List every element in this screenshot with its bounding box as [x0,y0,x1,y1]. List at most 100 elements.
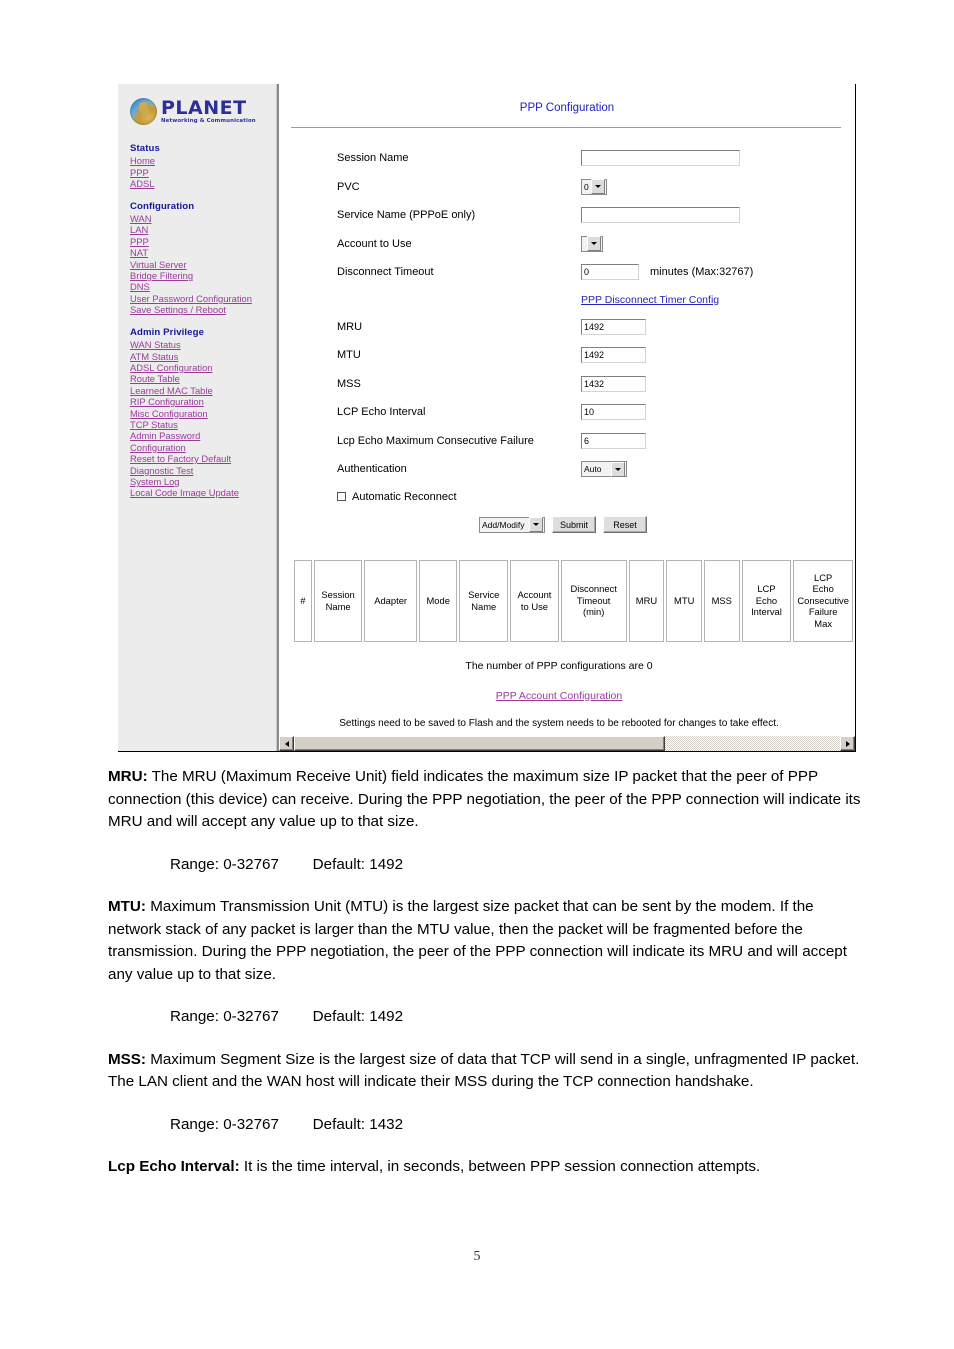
automatic-reconnect-checkbox[interactable] [337,492,346,501]
table-column-header: Account to Use [510,559,559,642]
definition-term: MRU: [108,768,148,785]
field-label: Session Name [337,152,409,165]
sidebar-group: Status Home PPP ADSL [130,143,276,190]
form-row: Disconnect Timeout minutes (Max:32767) [279,258,855,287]
table-column-header: Session Name [313,559,363,642]
form-row: PVC 0 [279,173,855,202]
form-actions: Add/Modify Submit Reset [279,510,855,540]
ppp-account-configuration-link[interactable]: PPP Account Configuration [496,690,622,702]
field-control [581,432,646,449]
field-label: MRU [337,320,363,333]
planet-globe-icon [130,98,157,125]
chevron-down-icon [587,236,601,252]
sidebar-item-user-password-configuration[interactable]: User Password Configuration [130,293,276,304]
sidebar-item-lan[interactable]: LAN [130,224,276,235]
sidebar-item-ppp[interactable]: PPP [130,167,276,178]
sidebar-item-nat[interactable]: NAT [130,247,276,258]
range-default-line: Range: 0-32767 Default: 1492 [170,1008,404,1025]
document-body: MRU: The MRU (Maximum Receive Unit) fiel… [108,766,868,1199]
field-control [581,150,740,167]
table-column-header: Disconnect Timeout (min) [560,559,627,642]
field-label: PVC [337,180,360,193]
sidebar-item-wan-status[interactable]: WAN Status [130,339,276,350]
sidebar-item-route-table[interactable]: Route Table [130,373,276,384]
action-mode-select[interactable]: Add/Modify [479,516,545,533]
mtu-input[interactable] [581,347,646,364]
sidebar-item-learned-mac-table[interactable]: Learned MAC Table [130,385,276,396]
submit-button[interactable]: Submit [552,516,597,533]
sidebar-item-virtual-server[interactable]: Virtual Server [130,259,276,270]
sidebar-group: Admin Privilege WAN Status ATM Status ADSL … [130,327,276,499]
horizontal-scrollbar[interactable] [279,735,855,751]
automatic-reconnect-label: Automatic Reconnect [352,490,457,503]
content-scroll-area: PPP Configuration Session Name PVC 0 Servic… [279,84,855,735]
table-column-header: MSS [703,559,740,642]
ppp-table-wrapper: # Session Name Adapter Mode Service Name Accoun… [292,558,855,644]
disconnect-timeout-suffix: minutes (Max:32767) [650,266,754,279]
sidebar-item-adsl-configuration[interactable]: ADSL Configuration [130,362,276,373]
sidebar-item-local-code-image-update[interactable]: Local Code Image Update [130,487,276,498]
sidebar-item-bridge-filtering[interactable]: Bridge Filtering [130,270,276,281]
pvc-select[interactable]: 0 [581,178,607,195]
ppp-disconnect-timer-config-link[interactable]: PPP Disconnect Timer Config [581,294,719,306]
sidebar-item-atm-status[interactable]: ATM Status [130,351,276,362]
scroll-left-arrow-icon[interactable] [279,736,294,751]
sidebar-item-admin-password[interactable]: Admin Password [130,430,276,441]
field-control: 0 [581,178,607,195]
mru-input[interactable] [581,318,646,335]
sidebar-item-wan[interactable]: WAN [130,213,276,224]
sidebar-item-reset-to-factory-default[interactable]: Reset to Factory Default [130,453,276,464]
page-number: 5 [473,1249,481,1264]
authentication-select[interactable]: Auto [581,461,627,478]
sidebar-item-misc-configuration[interactable]: Misc Configuration [130,408,276,419]
lcp-echo-interval-input[interactable] [581,404,646,421]
mss-input[interactable] [581,375,646,392]
ppp-configuration-form: Session Name PVC 0 Service Name (PPPoE only… [279,128,855,540]
definition-term: Lcp Echo Interval: [108,1158,240,1175]
scroll-right-arrow-icon[interactable] [840,736,855,751]
sidebar-item-system-log[interactable]: System Log [130,476,276,487]
definition-paragraph: Lcp Echo Interval: It is the time interv… [108,1156,868,1179]
service-name-pppoe-only-input[interactable] [581,207,740,224]
sidebar-group-heading: Status [130,143,160,154]
table-column-header: MTU [666,559,702,642]
configuration-count: The number of PPP configurations are 0 [465,659,653,672]
sidebar: PLANET Networking & Communication Status… [118,84,277,751]
chevron-down-icon [529,517,543,532]
session-name-input[interactable] [581,150,740,167]
field-label: Authentication [337,463,407,476]
reset-button[interactable]: Reset [603,516,648,533]
brand-tagline: Networking & Communication [161,117,256,124]
sidebar-item-rip-configuration[interactable]: RIP Configuration [130,396,276,407]
brand-logo: PLANET Networking & Communication [118,84,276,125]
account-to-use-select[interactable] [581,235,603,252]
sidebar-item-tcp-status[interactable]: TCP Status [130,419,276,430]
lcp-echo-maximum-consecutive-failure-input[interactable] [581,432,646,449]
scrollbar-thumb[interactable] [294,736,666,751]
sidebar-item-configuration[interactable]: Configuration [130,442,276,453]
table-header-row: # Session Name Adapter Mode Service Name Accoun… [294,559,853,642]
field-label: MSS [337,377,361,390]
chevron-down-icon [611,461,625,477]
sidebar-item-diagnostic-test[interactable]: Diagnostic Test [130,465,276,476]
definition-text: The MRU (Maximum Receive Unit) field ind… [108,768,861,830]
field-control [581,347,646,364]
brand-name: PLANET [161,96,247,119]
field-control: minutes (Max:32767) [581,264,754,281]
scrollbar-track[interactable] [294,736,840,751]
form-row: MTU [279,341,855,370]
sidebar-item-home[interactable]: Home [130,155,276,166]
definition-paragraph: MRU: The MRU (Maximum Receive Unit) fiel… [108,766,868,834]
disconnect-timeout-input[interactable] [581,264,639,281]
sidebar-item-ppp[interactable]: PPP [130,236,276,247]
form-row: Session Name [279,144,855,173]
sidebar-item-save-settings-reboot[interactable]: Save Settings / Reboot [130,304,276,315]
action-mode-value: Add/Modify [482,519,525,530]
sidebar-item-dns[interactable]: DNS [130,281,276,292]
form-row: LCP Echo Interval [279,398,855,427]
definition-paragraph: MSS: Maximum Segment Size is the largest… [108,1049,868,1094]
field-control [581,404,646,421]
table-column-header: Mode [418,559,458,642]
sidebar-group-heading: Configuration [130,200,195,212]
sidebar-item-adsl[interactable]: ADSL [130,178,276,189]
